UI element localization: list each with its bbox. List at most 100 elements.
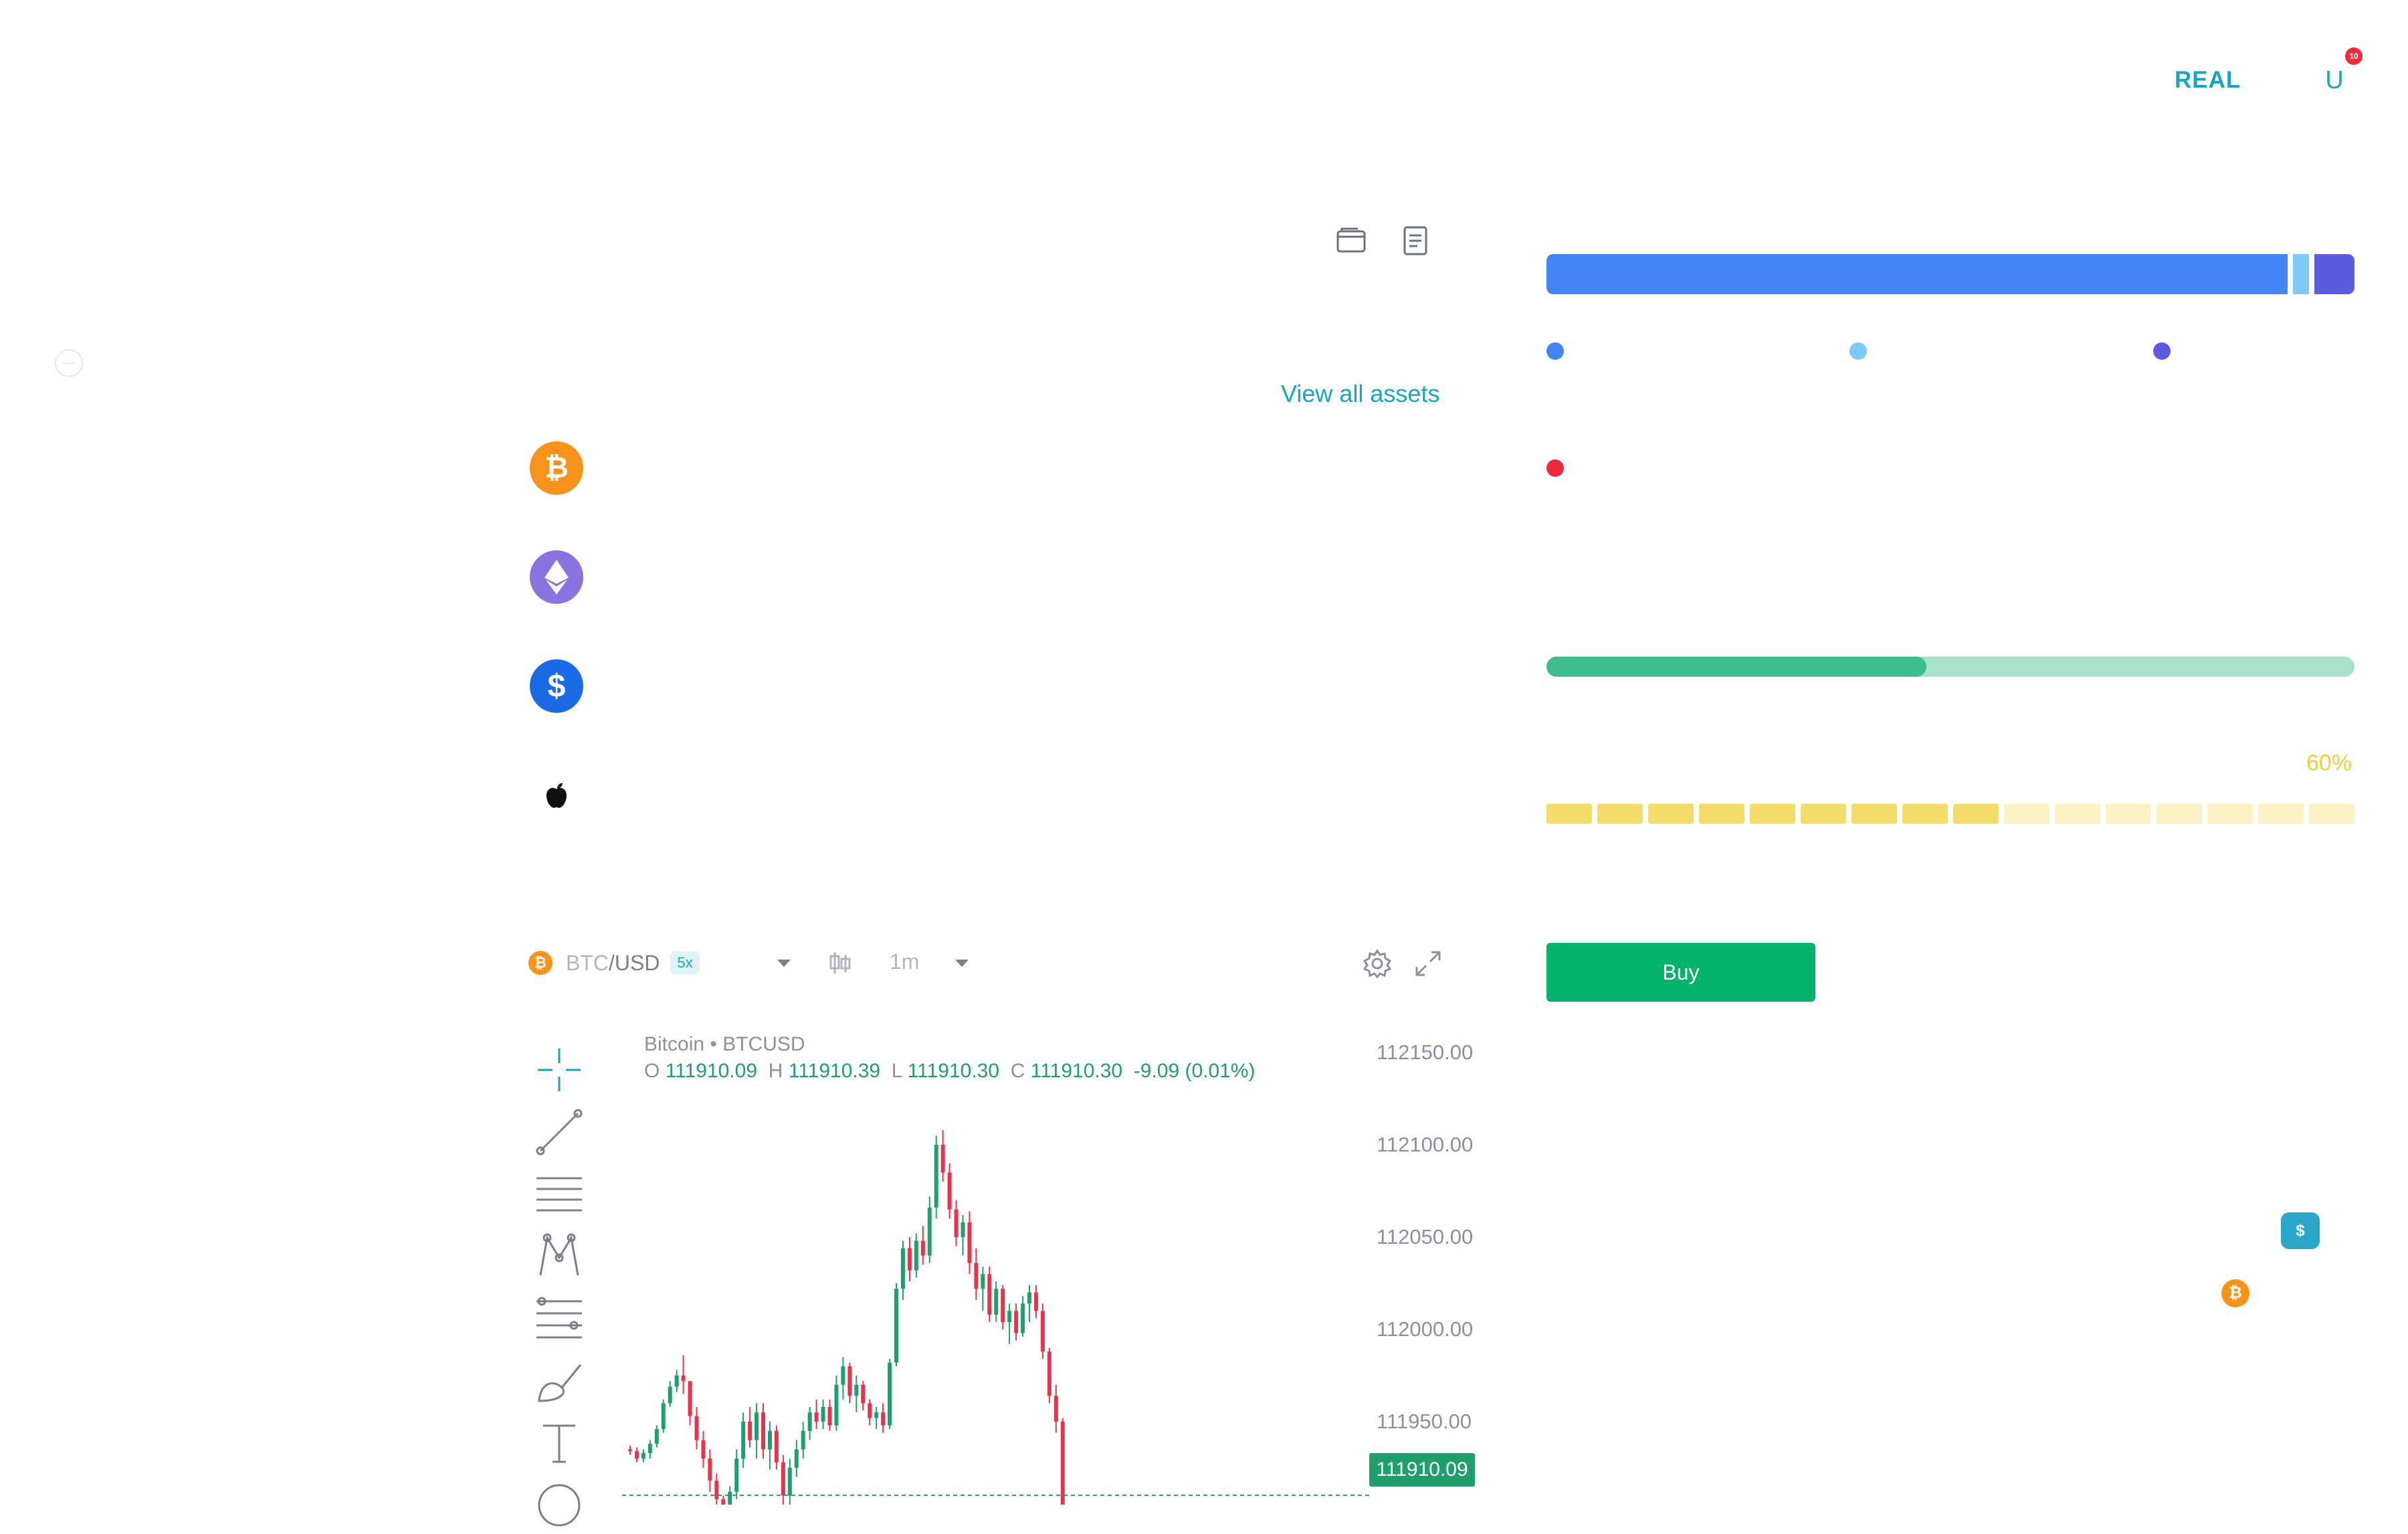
risk-segment	[2004, 804, 2049, 824]
apple-icon[interactable]	[530, 769, 583, 823]
candle-body	[974, 1263, 979, 1289]
price-tick: 112000.00	[1377, 1317, 1474, 1341]
candle-body	[807, 1412, 812, 1431]
candle-body	[967, 1222, 972, 1263]
bitcoin-glyph: ₿	[544, 451, 569, 484]
candle-type-icon[interactable]	[827, 950, 854, 976]
user-avatar[interactable]: U	[2311, 64, 2358, 97]
emoji-tool-icon[interactable]	[534, 1480, 585, 1531]
pair-base[interactable]: BTC	[566, 951, 609, 976]
ethereum-icon[interactable]	[530, 550, 583, 604]
risk-segment	[1597, 804, 1643, 824]
pattern-tool-icon[interactable]	[534, 1231, 585, 1282]
risk-segment	[1699, 804, 1744, 824]
risk-segment	[2258, 804, 2304, 824]
risk-segment	[1801, 804, 1846, 824]
candle-body	[755, 1412, 759, 1440]
candle-body	[694, 1416, 699, 1440]
candle-body	[947, 1172, 952, 1210]
risk-meter	[1546, 804, 2354, 824]
statement-icon[interactable]	[1399, 225, 1431, 257]
risk-segment	[1546, 804, 1592, 824]
candle-body	[801, 1430, 805, 1450]
legend-dot-1	[1546, 342, 1564, 360]
candle-body	[888, 1362, 892, 1426]
candle-body	[688, 1381, 692, 1416]
candle-body	[920, 1240, 925, 1256]
candle-body	[961, 1222, 965, 1237]
legend-dot-2	[1849, 342, 1867, 360]
price-tick: 111950.00	[1377, 1410, 1472, 1433]
interval-dropdown-icon[interactable]	[952, 953, 971, 973]
risk-segment	[1851, 804, 1897, 824]
leverage-badge: 5x	[670, 952, 700, 974]
brush-tool-icon[interactable]	[534, 1355, 585, 1406]
candle-body	[847, 1366, 852, 1396]
pair-dropdown-icon[interactable]	[775, 953, 793, 973]
candle-body	[701, 1440, 706, 1459]
candle-body	[681, 1376, 686, 1382]
last-price-tag: 111910.09	[1369, 1453, 1475, 1487]
floating-usd-button[interactable]: $	[2281, 1212, 2320, 1249]
floating-bitcoin-button[interactable]: ₿	[2221, 1279, 2249, 1307]
candle-body	[1040, 1311, 1045, 1352]
candle-body	[628, 1449, 632, 1452]
candlestick-chart[interactable]	[615, 1030, 1371, 1505]
fib-tool-icon[interactable]	[534, 1293, 585, 1344]
allocation-segment	[2314, 254, 2354, 294]
candle-body	[668, 1386, 672, 1404]
collapse-sidebar-icon[interactable]	[55, 349, 83, 377]
candle-body	[841, 1366, 845, 1385]
usd-coin-icon[interactable]: $	[530, 659, 583, 713]
candle-body	[894, 1289, 898, 1363]
candle-body	[827, 1406, 832, 1426]
candle-body	[987, 1274, 992, 1315]
candle-body	[821, 1406, 825, 1422]
apple-glyph	[546, 783, 567, 808]
candle-body	[1001, 1289, 1005, 1322]
legend-dot-3	[2153, 342, 2171, 360]
text-tool-icon[interactable]	[534, 1418, 585, 1468]
candle-body	[1014, 1311, 1019, 1333]
candle-body	[641, 1452, 645, 1459]
chart-settings-icon[interactable]	[1362, 948, 1393, 979]
candle-body	[787, 1468, 792, 1496]
risk-segment	[2106, 804, 2151, 824]
ethereum-glyph	[544, 560, 569, 594]
candle-body	[874, 1412, 879, 1418]
risk-segment	[1750, 804, 1795, 824]
candle-body	[661, 1403, 666, 1430]
candle-body	[714, 1481, 719, 1499]
candle-body	[881, 1412, 886, 1426]
horizontal-lines-tool-icon[interactable]	[534, 1169, 585, 1220]
candle-body	[1060, 1422, 1065, 1505]
pair-quote[interactable]: /USD	[609, 951, 660, 976]
candle-body	[761, 1412, 765, 1450]
candle-body	[647, 1444, 652, 1453]
wallet-icon[interactable]	[1335, 225, 1367, 257]
candle-body	[1021, 1303, 1025, 1333]
candle-body	[734, 1458, 739, 1492]
candle-body	[674, 1376, 679, 1387]
candle-body	[981, 1274, 985, 1289]
candle-body	[1033, 1292, 1038, 1311]
candle-body	[927, 1207, 932, 1256]
crosshair-tool-icon[interactable]	[534, 1045, 585, 1095]
buy-button[interactable]: Buy	[1546, 943, 1815, 1002]
candle-body	[914, 1240, 918, 1271]
view-all-assets-link[interactable]: View all assets	[1281, 380, 1439, 408]
candle-body	[994, 1289, 999, 1315]
risk-segment	[1953, 804, 1999, 824]
allocation-segment	[2293, 254, 2310, 294]
candle-body	[854, 1384, 859, 1396]
trendline-tool-icon[interactable]	[534, 1107, 585, 1158]
candle-body	[774, 1430, 779, 1462]
candle-body	[934, 1145, 938, 1208]
candle-body	[954, 1209, 959, 1237]
interval-select[interactable]: 1m	[890, 950, 919, 974]
account-mode-label[interactable]: REAL	[2175, 67, 2241, 94]
candle-body	[907, 1248, 912, 1271]
bitcoin-icon[interactable]: ₿	[530, 441, 583, 495]
candle-body	[868, 1403, 872, 1418]
fullscreen-icon[interactable]	[1413, 948, 1443, 979]
